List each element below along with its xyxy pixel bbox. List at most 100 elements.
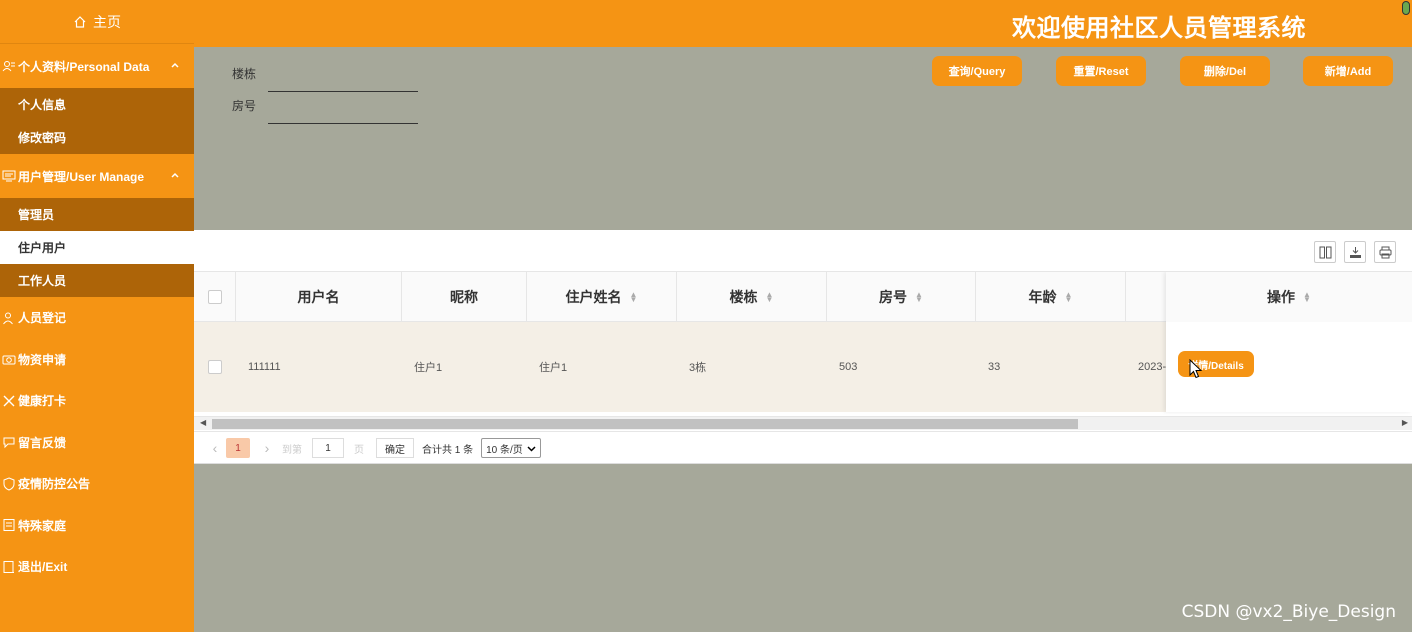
sidebar-item-label: 退出/Exit bbox=[18, 560, 68, 575]
page-unit-label: 页 bbox=[354, 444, 364, 456]
room-label: 房号 bbox=[232, 99, 257, 113]
monitor-icon bbox=[2, 169, 16, 183]
room-field: 房号 bbox=[232, 97, 418, 124]
sidebar-item-label: 留言反馈 bbox=[18, 435, 67, 450]
column-header-username: 用户名 bbox=[236, 272, 402, 322]
cell-building: 3栋 bbox=[689, 362, 707, 374]
sidebar-group-label: 个人资料/Personal Data bbox=[18, 59, 150, 74]
sidebar: 主页 个人资料/Personal Data 个人信息 修改密码 用户管理/Use… bbox=[0, 0, 194, 632]
cell-nickname: 住户1 bbox=[414, 362, 443, 374]
export-icon[interactable] bbox=[1344, 241, 1366, 263]
chevron-up-icon bbox=[170, 59, 180, 73]
camera-icon bbox=[2, 352, 16, 366]
tools-icon bbox=[2, 394, 16, 408]
sidebar-home[interactable]: 主页 bbox=[0, 0, 194, 44]
sort-icon: ▲ ▼ bbox=[765, 290, 774, 304]
column-header-age[interactable]: 年龄 ▲ ▼ bbox=[976, 272, 1126, 322]
sidebar-group-personal[interactable]: 个人资料/Personal Data bbox=[0, 44, 194, 88]
row-checkbox[interactable] bbox=[208, 360, 222, 374]
goto-label: 到第 bbox=[282, 444, 302, 456]
column-header-name[interactable]: 住户姓名 ▲ ▼ bbox=[527, 272, 677, 322]
goto-confirm-button[interactable]: 确定 bbox=[376, 438, 414, 458]
sidebar-item-supplies[interactable]: 物资申请 bbox=[0, 339, 194, 381]
page-size-value: 10 条/页 bbox=[486, 444, 523, 456]
sidebar-group-user-manage[interactable]: 用户管理/User Manage bbox=[0, 154, 194, 198]
top-header: 欢迎使用社区人员管理系统 bbox=[194, 0, 1412, 47]
next-page-icon[interactable]: › bbox=[256, 440, 278, 456]
building-field: 楼栋 bbox=[232, 65, 418, 92]
total-count: 合计共 1 条 bbox=[422, 444, 474, 456]
columns-icon[interactable] bbox=[1314, 241, 1336, 263]
goto-page-input[interactable]: 1 bbox=[312, 438, 344, 458]
sidebar-submenu-personal: 个人信息 修改密码 bbox=[0, 88, 194, 154]
row-select-cell bbox=[194, 322, 236, 412]
list-icon bbox=[2, 518, 16, 532]
room-input[interactable] bbox=[268, 123, 418, 124]
select-all-checkbox[interactable] bbox=[207, 290, 222, 304]
building-label: 楼栋 bbox=[232, 67, 257, 81]
sidebar-item-health[interactable]: 健康打卡 bbox=[0, 380, 194, 422]
scrollbar-thumb[interactable] bbox=[212, 419, 1078, 429]
cell-age: 33 bbox=[988, 361, 1001, 373]
pagination: ‹ 1 › 到第 1 页 确定 合计共 1 条 10 条/页 bbox=[194, 431, 1412, 464]
sidebar-item-feedback[interactable]: 留言反馈 bbox=[0, 422, 194, 464]
sidebar-item-label: 特殊家庭 bbox=[18, 518, 67, 533]
sidebar-group-label: 用户管理/User Manage bbox=[18, 169, 145, 184]
sidebar-item-label: 人员登记 bbox=[18, 311, 67, 326]
user-card-icon bbox=[2, 59, 16, 73]
print-icon[interactable] bbox=[1374, 241, 1396, 263]
sidebar-item-exit[interactable]: 退出/Exit bbox=[0, 546, 194, 588]
sidebar-item-change-password[interactable]: 修改密码 bbox=[0, 121, 194, 154]
query-button[interactable]: 查询/Query bbox=[932, 56, 1022, 86]
sidebar-item-special-family[interactable]: 特殊家庭 bbox=[0, 505, 194, 547]
page-size-select[interactable]: 10 条/页 bbox=[481, 438, 541, 458]
sort-icon: ▲ ▼ bbox=[629, 290, 638, 304]
sidebar-item-label: 疫情防控公告 bbox=[18, 477, 91, 492]
person-icon bbox=[2, 311, 16, 325]
sidebar-item-label: 物资申请 bbox=[18, 352, 67, 367]
horizontal-scrollbar[interactable]: ◀ ▶ bbox=[194, 416, 1412, 430]
sidebar-submenu-user-manage: 管理员 住户用户 工作人员 bbox=[0, 198, 194, 297]
prev-page-icon[interactable]: ‹ bbox=[204, 440, 226, 456]
reset-button[interactable]: 重置/Reset bbox=[1056, 56, 1146, 86]
sidebar-item-admin[interactable]: 管理员 bbox=[0, 198, 194, 231]
chat-icon bbox=[2, 435, 16, 449]
sort-icon: ▲ ▼ bbox=[1303, 290, 1311, 304]
building-input[interactable] bbox=[268, 91, 418, 92]
sort-icon: ▲ ▼ bbox=[915, 290, 923, 304]
sidebar-item-profile[interactable]: 个人信息 bbox=[0, 88, 194, 121]
cell-room: 503 bbox=[839, 361, 858, 373]
sidebar-item-resident[interactable]: 住户用户 bbox=[0, 231, 194, 264]
current-page[interactable]: 1 bbox=[226, 438, 250, 458]
exit-icon bbox=[2, 560, 16, 574]
sidebar-item-staff[interactable]: 工作人员 bbox=[0, 264, 194, 297]
scroll-right-icon[interactable]: ▶ bbox=[1402, 418, 1408, 427]
sidebar-item-registration[interactable]: 人员登记 bbox=[0, 297, 194, 339]
scroll-left-icon[interactable]: ◀ bbox=[200, 418, 206, 427]
watermark: CSDN @vx2_Biye_Design bbox=[1181, 602, 1396, 622]
sort-icon: ▲ ▼ bbox=[1064, 290, 1073, 304]
home-icon bbox=[73, 15, 87, 29]
table-panel: 用户名 昵称 住户姓名 ▲ ▼ 楼栋 ▲ ▼ 房号 ▲ ▼ 年龄 ▲ ▼ 111111 住户1 … bbox=[194, 230, 1412, 464]
scroll-indicator bbox=[1402, 1, 1410, 15]
sidebar-home-label: 主页 bbox=[93, 13, 121, 30]
column-header-actions: 操作 ▲ ▼ bbox=[1166, 272, 1412, 322]
add-button[interactable]: 新增/Add bbox=[1303, 56, 1393, 86]
column-header-room[interactable]: 房号 ▲ ▼ bbox=[827, 272, 976, 322]
page-title: 欢迎使用社区人员管理系统 bbox=[1012, 14, 1306, 42]
cell-username: 111111 bbox=[248, 361, 281, 373]
mouse-cursor-icon bbox=[1189, 359, 1203, 379]
column-header-nickname: 昵称 bbox=[402, 272, 527, 322]
data-table: 用户名 昵称 住户姓名 ▲ ▼ 楼栋 ▲ ▼ 房号 ▲ ▼ 年龄 ▲ ▼ 111111 住户1 … bbox=[194, 271, 1412, 417]
fixed-action-column: 操作 ▲ ▼ 详情/Details bbox=[1166, 272, 1412, 412]
select-all-cell bbox=[194, 272, 236, 322]
cell-name: 住户1 bbox=[539, 362, 568, 374]
delete-button[interactable]: 删除/Del bbox=[1180, 56, 1270, 86]
chevron-down-icon bbox=[527, 445, 536, 452]
shield-icon bbox=[2, 477, 16, 491]
cell-actions: 详情/Details bbox=[1166, 322, 1412, 412]
sidebar-item-label: 健康打卡 bbox=[18, 394, 67, 409]
column-header-building[interactable]: 楼栋 ▲ ▼ bbox=[677, 272, 827, 322]
search-panel: 楼栋 房号 查询/Query 重置/Reset 删除/Del 新增/Add bbox=[194, 47, 1412, 230]
sidebar-item-announcement[interactable]: 疫情防控公告 bbox=[0, 463, 194, 505]
